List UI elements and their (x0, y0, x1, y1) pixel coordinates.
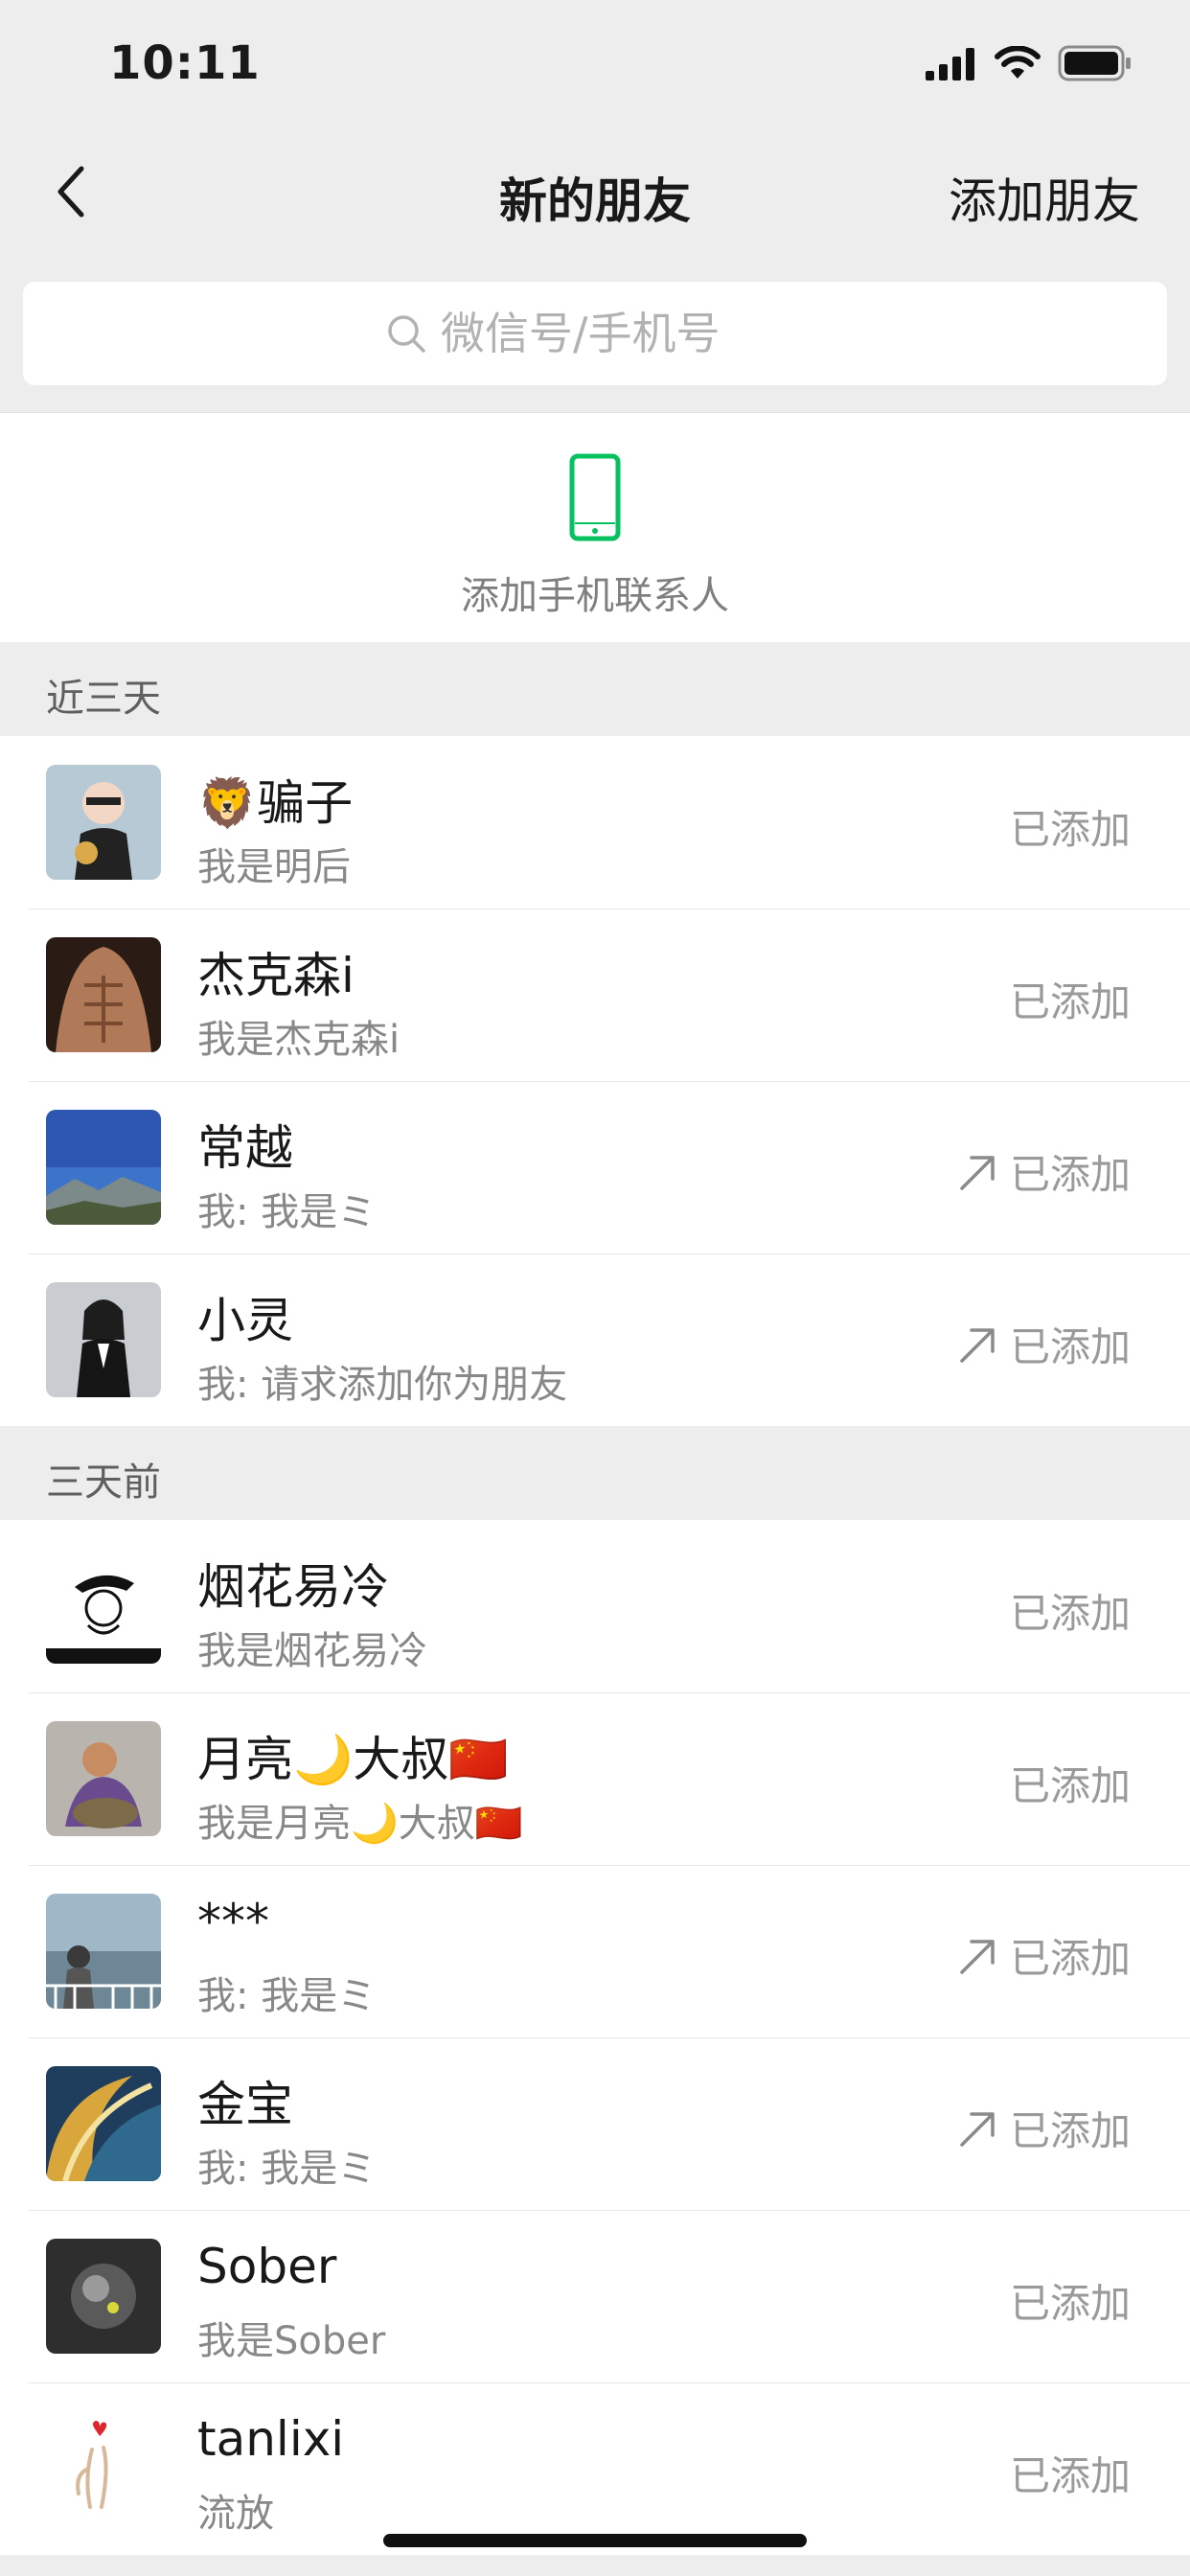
section-label: 三天前 (46, 1460, 161, 1505)
status-label: 已添加 (1009, 1151, 1131, 1198)
status-label: 已添加 (1009, 1323, 1131, 1370)
phone-icon (569, 453, 621, 541)
friend-message: 我: 我是ミ (197, 2147, 377, 2191)
friend-message: 我: 请求添加你为朋友 (197, 1363, 568, 1407)
avatar (46, 937, 161, 1052)
search-input[interactable] (441, 308, 805, 359)
request-status: 已添加 (1010, 2444, 1131, 2502)
status-time: 10:11 (109, 36, 261, 90)
friend-name: 金宝 (197, 2077, 293, 2132)
avatar (46, 1549, 161, 1664)
list-item[interactable]: *** 我: 我是ミ 已添加 (0, 1865, 1190, 2037)
list-item[interactable]: 小灵 我: 请求添加你为朋友 已添加 (0, 1254, 1190, 1426)
friend-name: 月亮🌙大叔🇨🇳 (197, 1732, 509, 1787)
battery-icon (1058, 45, 1131, 81)
avatar (46, 2066, 161, 2181)
list-item[interactable]: 烟花易冷 我是烟花易冷 已添加 (0, 1520, 1190, 1692)
status-label: 已添加 (1009, 1935, 1131, 1982)
friend-message: 我是月亮🌙大叔🇨🇳 (197, 1802, 523, 1846)
friend-message: 我是Sober (197, 2319, 386, 2363)
wifi-icon (995, 46, 1041, 79)
status-icons (926, 42, 1133, 84)
add-friend-button[interactable]: 添加朋友 (949, 163, 1140, 232)
avatar (46, 1894, 161, 2009)
section-label: 近三天 (46, 677, 161, 721)
request-status: 已添加 (1010, 2271, 1131, 2330)
list-item[interactable]: 月亮🌙大叔🇨🇳 我是月亮🌙大叔🇨🇳 已添加 (0, 1692, 1190, 1865)
friend-message: 流放 (197, 2492, 274, 2536)
status-label: 已添加 (1009, 978, 1131, 1025)
section-header-recent: 近三天 (0, 642, 1190, 736)
status-label: 已添加 (1009, 2452, 1131, 2499)
request-status: 已添加 (1010, 1754, 1131, 1812)
list-item[interactable]: tanlixi 流放 已添加 (0, 2382, 1190, 2555)
friend-name: 🦁骗子 (197, 775, 354, 831)
search-icon (388, 315, 425, 353)
friend-name: Sober (197, 2239, 337, 2294)
search-bar[interactable] (23, 282, 1167, 385)
outgoing-arrow-icon (960, 1155, 995, 1190)
avatar (46, 1282, 161, 1397)
friend-message: 我是杰克森i (197, 1018, 400, 1062)
request-status: 已添加 (1010, 1581, 1131, 1640)
add-phone-contacts-label: 添加手机联系人 (461, 574, 729, 618)
new-friends-screen: 10:11 新的朋友 添加朋友 微信号/手机号 添加手机联系人 近三天 🦁骗子 … (0, 0, 1190, 2576)
section-header-older: 三天前 (0, 1426, 1190, 1520)
friend-name: 烟花易冷 (197, 1559, 389, 1615)
friend-name: 小灵 (197, 1293, 293, 1348)
avatar (46, 2411, 161, 2526)
signal-icon (926, 48, 974, 80)
outgoing-arrow-icon (960, 1327, 995, 1363)
avatar (46, 1110, 161, 1225)
list-item[interactable]: 金宝 我: 我是ミ 已添加 (0, 2037, 1190, 2210)
list-item[interactable]: 🦁骗子 我是明后 已添加 (0, 736, 1190, 908)
request-status: 已添加 (1010, 797, 1131, 856)
request-status: 已添加 (956, 1142, 1131, 1201)
request-status: 已添加 (956, 1315, 1131, 1373)
older-friend-requests-list: 烟花易冷 我是烟花易冷 已添加 月亮🌙大叔🇨🇳 我是月亮🌙大叔🇨🇳 已添加 **… (0, 1520, 1190, 2555)
friend-name: 常越 (197, 1120, 293, 1176)
navigation-bar: 新的朋友 添加朋友 (0, 126, 1190, 253)
outgoing-arrow-icon (960, 2111, 995, 2147)
status-label: 已添加 (1009, 1762, 1131, 1809)
request-status: 已添加 (1010, 970, 1131, 1028)
avatar (46, 1721, 161, 1836)
list-item[interactable]: 常越 我: 我是ミ 已添加 (0, 1081, 1190, 1254)
request-status: 已添加 (956, 1926, 1131, 1985)
avatar (46, 2239, 161, 2354)
status-label: 已添加 (1009, 806, 1131, 853)
add-phone-contacts[interactable]: 添加手机联系人 (0, 412, 1190, 642)
status-bar: 10:11 (0, 0, 1190, 126)
friend-message: 我: 我是ミ (197, 1974, 377, 2018)
friend-name: *** (197, 1894, 269, 1949)
avatar (46, 765, 161, 880)
list-item[interactable]: Sober 我是Sober 已添加 (0, 2210, 1190, 2382)
list-item[interactable]: 杰克森i 我是杰克森i 已添加 (0, 908, 1190, 1081)
recent-friend-requests-list: 🦁骗子 我是明后 已添加 杰克森i 我是杰克森i 已添加 常越 我: 我是ミ 已… (0, 736, 1190, 1426)
friend-message: 我是明后 (197, 845, 351, 889)
friend-name: 杰克森i (197, 948, 355, 1003)
status-label: 已添加 (1009, 1590, 1131, 1637)
friend-message: 我是烟花易冷 (197, 1629, 427, 1673)
status-label: 已添加 (1009, 2107, 1131, 2154)
friend-message: 我: 我是ミ (197, 1190, 377, 1234)
home-indicator[interactable] (383, 2534, 807, 2547)
request-status: 已添加 (956, 2099, 1131, 2157)
status-label: 已添加 (1009, 2280, 1131, 2327)
outgoing-arrow-icon (960, 1939, 995, 1974)
friend-name: tanlixi (197, 2411, 345, 2467)
